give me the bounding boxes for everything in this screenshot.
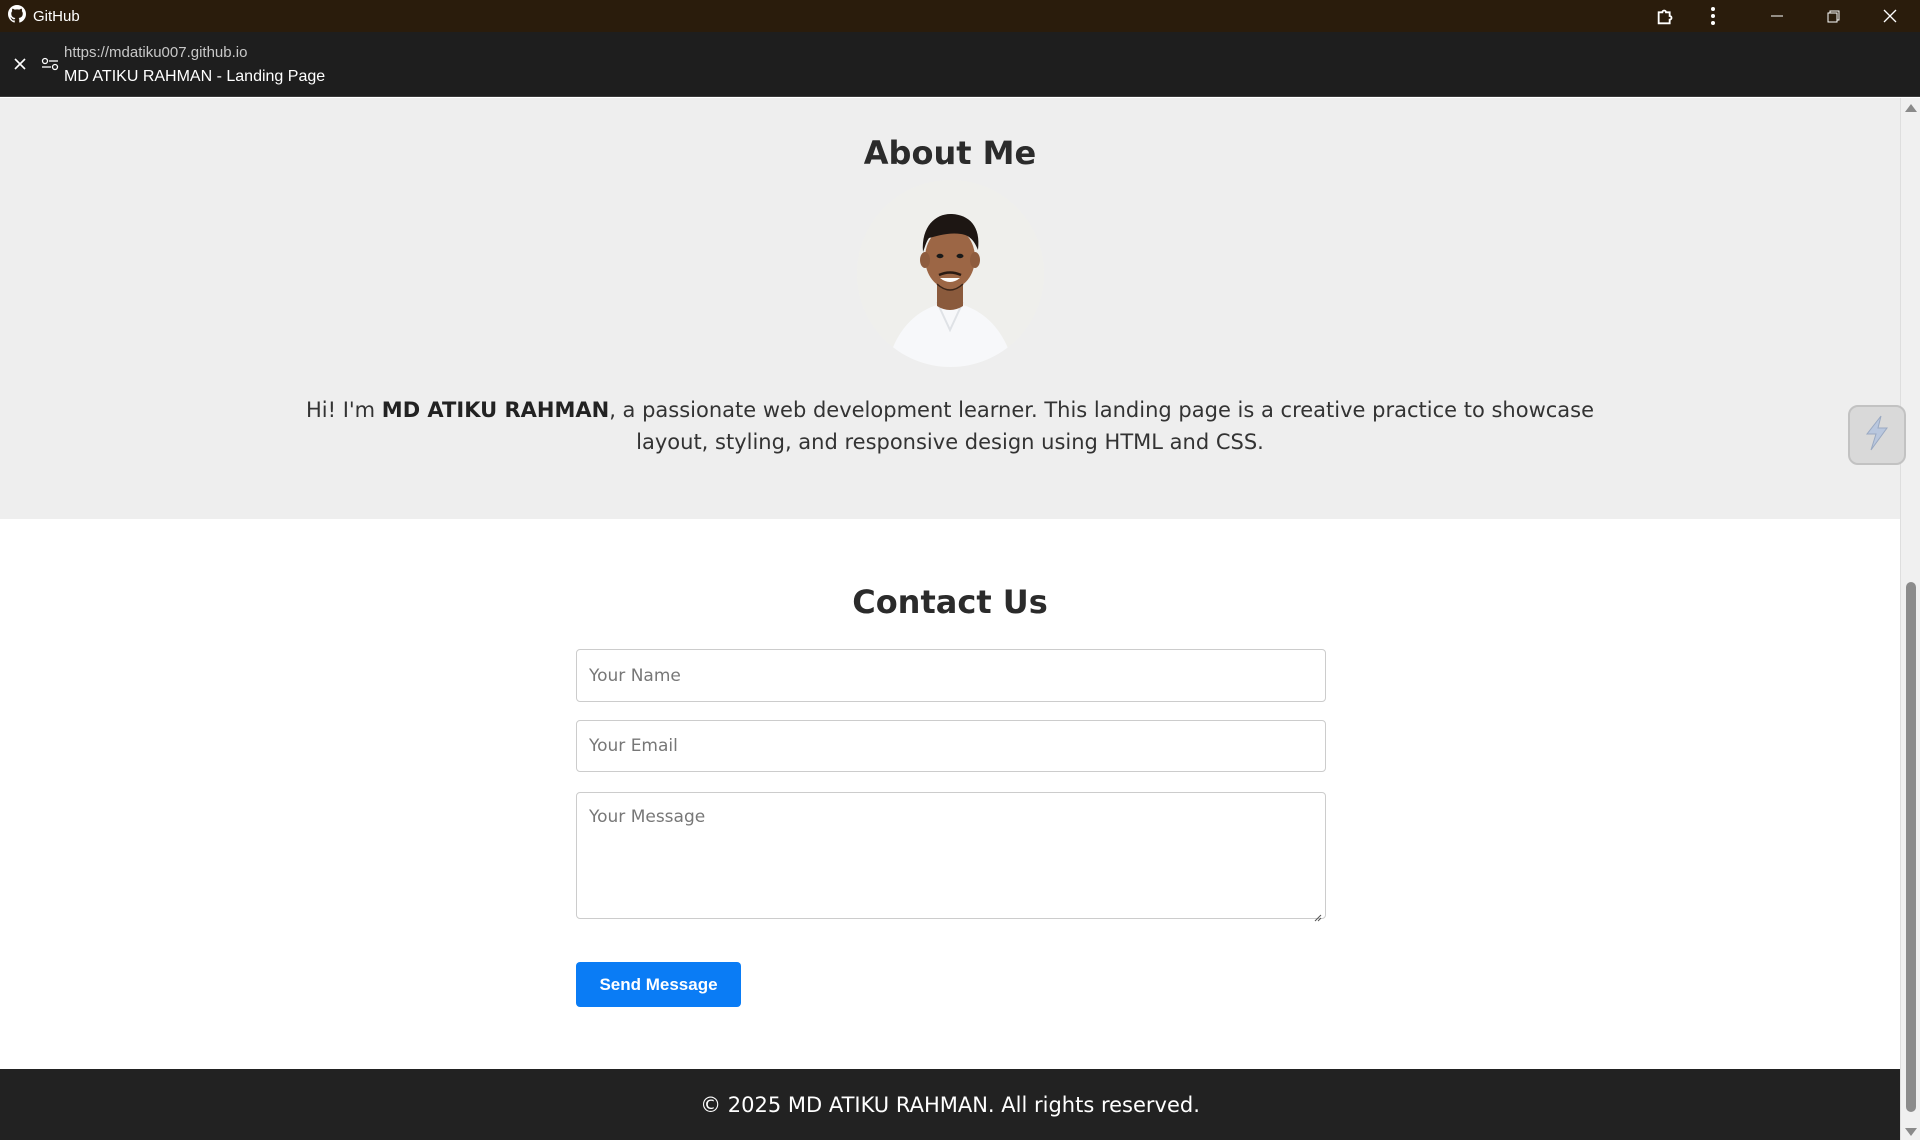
lightning-icon: [1861, 414, 1893, 456]
avatar: [857, 180, 1044, 367]
contact-section: Contact Us Send Message: [0, 519, 1900, 1069]
send-message-button[interactable]: Send Message: [576, 962, 741, 1007]
page-title: MD ATIKU RAHMAN - Landing Page: [64, 68, 326, 85]
scroll-up-arrow-icon[interactable]: [1905, 104, 1917, 112]
minimize-icon[interactable]: [1754, 0, 1800, 32]
contact-heading: Contact Us: [852, 583, 1048, 621]
name-input[interactable]: [576, 649, 1326, 702]
vertical-scrollbar[interactable]: [1900, 98, 1920, 1140]
about-heading: About Me: [863, 134, 1037, 172]
site-settings-icon[interactable]: [38, 52, 62, 76]
scroll-down-arrow-icon[interactable]: [1905, 1128, 1917, 1136]
url-text[interactable]: https://mdatiku007.github.io: [64, 44, 247, 61]
about-intro-prefix: Hi! I'm: [305, 398, 382, 422]
floating-assistant-button[interactable]: [1848, 405, 1906, 465]
close-icon[interactable]: [1867, 0, 1913, 32]
window-titlebar: GitHub: [0, 0, 1920, 32]
message-textarea[interactable]: [576, 792, 1326, 919]
about-text: Hi! I'm MD ATIKU RAHMAN, a passionate we…: [270, 394, 1630, 458]
custom-tab-bar: https://mdatiku007.github.io MD ATIKU RA…: [0, 32, 1920, 97]
app-label: GitHub: [8, 0, 80, 32]
about-intro-suffix: , a passionate web development learner. …: [609, 398, 1595, 454]
footer-text: © 2025 MD ATIKU RAHMAN. All rights reser…: [700, 1092, 1200, 1117]
close-tab-icon[interactable]: [8, 52, 32, 76]
extensions-icon[interactable]: [1643, 0, 1689, 32]
about-section: About Me Hi! I'm MD ATIKU RAHMAN, a pass…: [0, 98, 1900, 519]
footer: © 2025 MD ATIKU RAHMAN. All rights reser…: [0, 1069, 1900, 1140]
more-vert-icon[interactable]: [1690, 0, 1736, 32]
scroll-thumb[interactable]: [1906, 582, 1916, 1112]
restore-icon[interactable]: [1810, 0, 1856, 32]
app-name: GitHub: [33, 7, 80, 25]
owner-name: MD ATIKU RAHMAN: [381, 398, 610, 422]
github-logo-icon: [8, 5, 26, 27]
page-viewport: About Me Hi! I'm MD ATIKU RAHMAN, a pass…: [0, 98, 1900, 1140]
email-input[interactable]: [576, 720, 1326, 772]
resize-grip-icon[interactable]: [1312, 907, 1322, 922]
